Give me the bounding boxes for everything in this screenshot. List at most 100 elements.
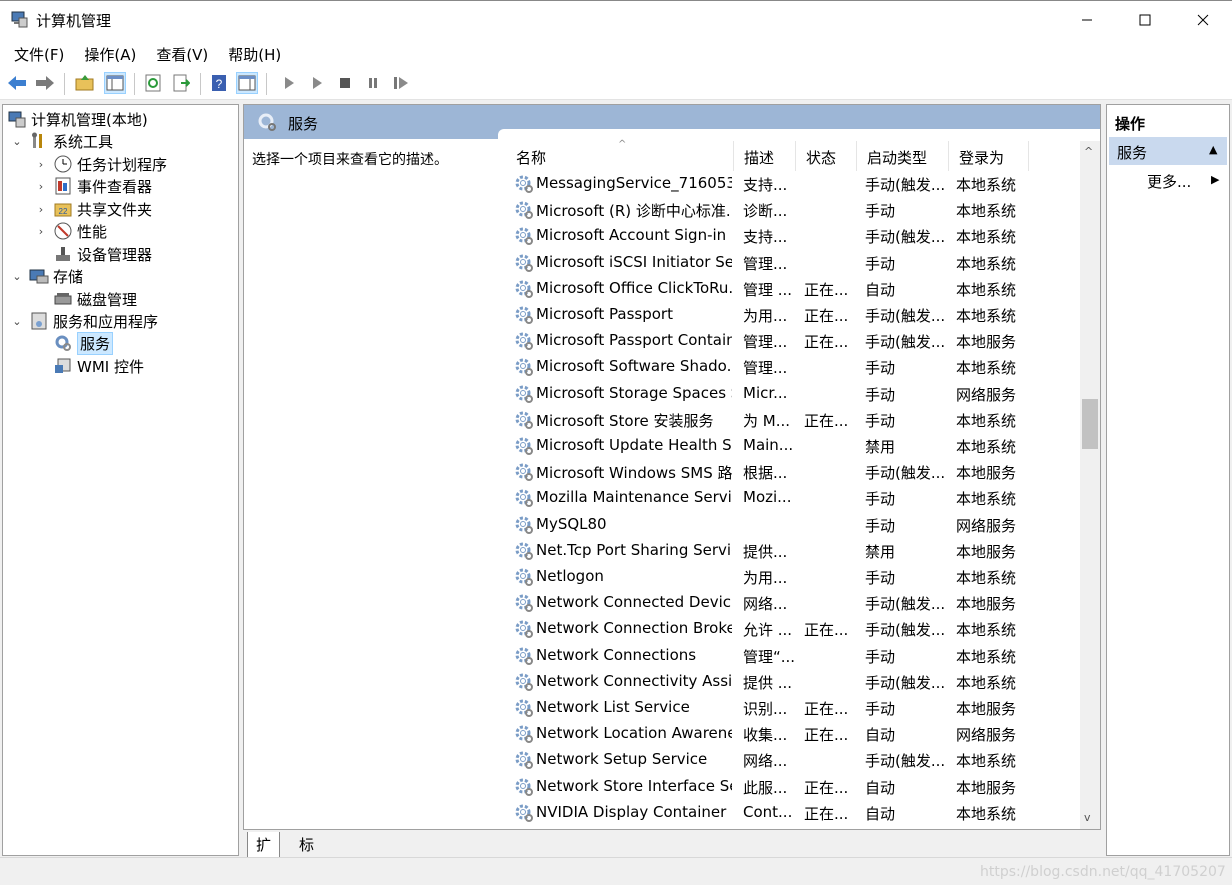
tree-item-event-viewer[interactable]: › 事件查看器	[35, 175, 152, 197]
table-row[interactable]: Mozilla Maintenance Service Mozi... 手动 本地系统	[506, 485, 1080, 511]
menu-file[interactable]: 文件(F)	[6, 38, 72, 68]
service-name: Microsoft (R) 诊断中心标准...	[536, 202, 732, 221]
tree-item-label: 任务计划程序	[77, 155, 168, 174]
table-row[interactable]: MessagingService_7160532 支持... 手动(触发... 本地系…	[506, 171, 1080, 197]
service-logon-as: 本地服务	[956, 700, 1017, 718]
service-startup-type: 禁用	[865, 542, 896, 561]
tree-item-disk-management[interactable]: 磁盘管理	[35, 288, 137, 310]
table-row[interactable]: MySQL80 手动 网络服务	[506, 512, 1080, 538]
table-row[interactable]: Netlogon 为用... 手动 本地系统	[506, 564, 1080, 590]
table-row[interactable]: Microsoft (R) 诊断中心标准... 诊断... 手动 本地系统	[506, 197, 1080, 223]
scrollbar-thumb[interactable]	[1082, 399, 1098, 449]
table-row[interactable]: Network Connectivity Assis... 提供 ... 手动(触发…	[506, 669, 1080, 695]
tools-icon	[29, 131, 49, 151]
table-row[interactable]: Network List Service 识别... 正在... 手动 本地服务	[506, 695, 1080, 721]
scroll-up-icon[interactable]: ^	[1084, 145, 1093, 158]
show-hide-tree-button[interactable]	[104, 72, 126, 94]
table-row[interactable]: Network Connected Devic... 网络... 手动(触发... 本…	[506, 590, 1080, 616]
service-gear-icon	[514, 672, 534, 692]
menu-help[interactable]: 帮助(H)	[220, 38, 289, 68]
storage-icon	[29, 266, 49, 286]
tree-item-shared-folders[interactable]: › 22 共享文件夹	[35, 198, 152, 220]
service-logon-as: 本地服务	[956, 778, 1017, 797]
table-row[interactable]: Network Location Awarene... 收集... 正在... 自动 网…	[506, 721, 1080, 747]
scroll-down-icon[interactable]: v	[1084, 811, 1091, 824]
help-button[interactable]: ?	[208, 72, 230, 94]
chevron-right-icon[interactable]: ›	[35, 225, 47, 238]
tree-item-services-applications[interactable]: ⌄ 服务和应用程序	[11, 310, 158, 332]
table-row[interactable]: Network Connections 管理“... 手动 本地系统	[506, 643, 1080, 669]
table-row[interactable]: Microsoft Windows SMS 路... 根据... 手动(触发... 本…	[506, 459, 1080, 485]
pause-service-icon	[369, 78, 377, 88]
column-header-logon-as[interactable]: 登录为	[949, 141, 1029, 171]
table-row[interactable]: Microsoft Account Sign-in ... 支持... 手动(触发.…	[506, 223, 1080, 249]
table-row[interactable]: Microsoft Office ClickToRu... 管理 ... 正在...…	[506, 276, 1080, 302]
restart-service-button[interactable]	[390, 72, 412, 94]
table-row[interactable]: Microsoft Storage Spaces S... Micr... 手动 网络…	[506, 381, 1080, 407]
column-header-description[interactable]: 描述	[734, 141, 796, 171]
up-one-level-button[interactable]	[74, 72, 96, 94]
actions-pane: 操作 服务 ▲ 更多... ▶	[1106, 104, 1230, 856]
service-gear-icon	[514, 567, 534, 587]
computer-management-app-icon	[10, 10, 28, 28]
collapse-up-icon[interactable]: ▲	[1209, 143, 1217, 156]
service-startup-type: 手动	[865, 202, 896, 221]
menu-action[interactable]: 操作(A)	[76, 38, 144, 68]
column-header-name[interactable]: 名称 ^	[506, 139, 734, 171]
forward-button[interactable]	[34, 72, 56, 94]
service-description: 支持...	[743, 228, 788, 247]
start-service-alt-button[interactable]	[306, 72, 328, 94]
service-gear-icon	[514, 279, 534, 299]
column-header-startup-type[interactable]: 启动类型	[857, 141, 949, 171]
show-hide-action-pane-button[interactable]	[236, 72, 258, 94]
start-service-button[interactable]	[278, 72, 300, 94]
service-name: Microsoft iSCSI Initiator Ser...	[536, 252, 732, 271]
table-row[interactable]: Net.Tcp Port Sharing Service 提供... 禁用 本地服务	[506, 538, 1080, 564]
chevron-down-icon[interactable]: ⌄	[11, 270, 23, 283]
more-actions-link[interactable]: 更多...	[1147, 171, 1191, 192]
close-button[interactable]	[1174, 1, 1232, 39]
chevron-right-icon[interactable]: ›	[35, 158, 47, 171]
table-row[interactable]: Microsoft Passport 为用... 正在... 手动(触发... 本地系统	[506, 302, 1080, 328]
tree-item-services[interactable]: 服务	[35, 331, 114, 355]
minimize-button[interactable]	[1058, 1, 1116, 39]
chevron-down-icon[interactable]: ⌄	[11, 315, 23, 328]
table-row[interactable]: Network Store Interface Se... 此服... 正在... 自…	[506, 774, 1080, 800]
table-row[interactable]: Network Setup Service 网络... 手动(触发... 本地系统	[506, 747, 1080, 773]
service-logon-as: 本地系统	[956, 202, 1017, 221]
refresh-button[interactable]	[142, 72, 164, 94]
tree-item-device-manager[interactable]: 设备管理器	[35, 243, 152, 265]
table-row[interactable]: Network Connection Broker 允许 ... 正在... 手动(触…	[506, 616, 1080, 642]
tree-item-wmi-control[interactable]: WMI 控件	[35, 355, 144, 377]
table-row[interactable]: Microsoft Update Health S... Main... 禁用 本地系…	[506, 433, 1080, 459]
service-startup-type: 禁用	[865, 438, 896, 456]
service-logon-as: 本地系统	[956, 176, 1017, 194]
service-name: Microsoft Office ClickToRu...	[536, 278, 732, 297]
pause-service-button[interactable]	[362, 72, 384, 94]
tree-item-storage[interactable]: ⌄ 存储	[11, 265, 83, 287]
menu-bar: 文件(F) 操作(A) 查看(V) 帮助(H)	[0, 38, 1232, 68]
service-name: Network Setup Service	[536, 750, 708, 769]
table-row[interactable]: Microsoft Store 安装服务 为 M... 正在... 手动 本地系统	[506, 407, 1080, 433]
table-row[interactable]: Microsoft Passport Container 管理... 正在... 手动…	[506, 328, 1080, 354]
tree-item-performance[interactable]: › 性能	[35, 220, 107, 242]
chevron-right-icon[interactable]: ›	[35, 203, 47, 216]
vertical-scrollbar[interactable]: ^ v	[1080, 141, 1100, 829]
tree-item-system-tools[interactable]: ⌄ 系统工具	[11, 130, 113, 152]
export-list-button[interactable]	[170, 72, 192, 94]
chevron-right-icon[interactable]: ›	[35, 180, 47, 193]
maximize-button[interactable]	[1116, 1, 1174, 39]
tree-item-task-scheduler[interactable]: › 任务计划程序	[35, 153, 167, 175]
stop-service-button[interactable]	[334, 72, 356, 94]
menu-view[interactable]: 查看(V)	[148, 38, 216, 68]
service-name: Network Store Interface Se...	[536, 776, 732, 795]
tree-item-computer-management[interactable]: 计算机管理(本地)	[7, 108, 148, 130]
table-row[interactable]: Microsoft Software Shado... 管理... 手动 本地系统	[506, 354, 1080, 380]
table-row[interactable]: Microsoft iSCSI Initiator Ser... 管理... 手动 本…	[506, 250, 1080, 276]
back-button[interactable]	[6, 72, 28, 94]
service-status: 正在...	[804, 280, 849, 299]
table-row[interactable]: NVIDIA Display Container LS Cont... 正在... 自…	[506, 800, 1080, 826]
chevron-down-icon[interactable]: ⌄	[11, 135, 23, 148]
column-header-status[interactable]: 状态	[796, 141, 857, 171]
actions-section-services[interactable]: 服务 ▲	[1109, 137, 1227, 165]
